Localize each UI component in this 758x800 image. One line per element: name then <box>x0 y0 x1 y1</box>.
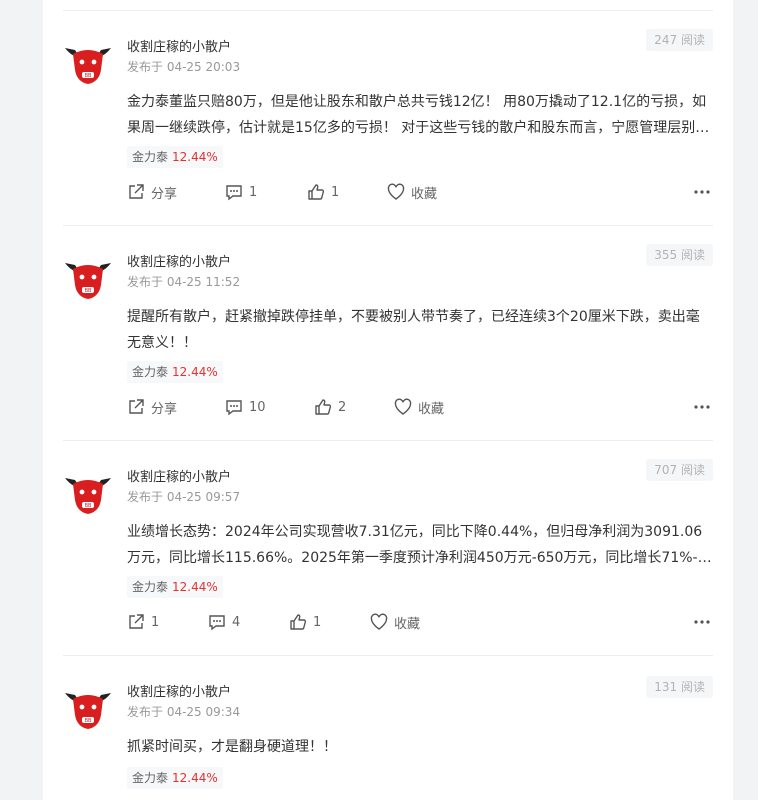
more-button[interactable] <box>693 397 711 417</box>
like-count: 1 <box>313 614 322 630</box>
collect-label: 收藏 <box>394 616 421 632</box>
svg-text:BB: BB <box>85 288 92 294</box>
share-icon <box>129 614 144 629</box>
action-bar: 1 4 1 收藏 <box>127 612 713 632</box>
post-item: BB 收割庄稼的小散户 发布于 04-25 20:03 247 阅读 金力泰董监… <box>63 10 713 225</box>
heart-icon <box>370 613 388 630</box>
more-button[interactable] <box>693 612 711 632</box>
svg-text:BB: BB <box>85 718 92 724</box>
share-button[interactable]: 1 <box>127 612 159 632</box>
collect-label: 收藏 <box>411 186 438 202</box>
comment-button[interactable]: 4 <box>208 612 240 632</box>
divider <box>63 225 713 226</box>
stock-change: 12.44% <box>172 580 218 594</box>
post-list: BB 收割庄稼的小散户 发布于 04-25 20:03 247 阅读 金力泰董监… <box>43 0 733 800</box>
publish-time: 发布于 04-25 11:52 <box>127 275 241 289</box>
heart-icon <box>394 398 412 415</box>
comment-icon <box>226 185 242 201</box>
stock-name: 金力泰 <box>132 771 169 785</box>
like-count: 1 <box>331 184 340 200</box>
red-bull-avatar[interactable]: BB <box>63 687 113 731</box>
divider <box>63 440 713 441</box>
divider <box>63 655 713 656</box>
read-count-badge: 707 阅读 <box>646 459 713 481</box>
post-item: BB 收割庄稼的小散户 发布于 04-25 09:57 707 阅读 业绩增长态… <box>63 440 713 655</box>
stock-name: 金力泰 <box>132 150 169 164</box>
post-item: BB 收割庄稼的小散户 发布于 04-25 09:34 131 阅读 抓紧时间买… <box>63 655 713 800</box>
action-bar: 分享 10 2 收藏 <box>127 397 713 417</box>
like-button[interactable]: 2 <box>314 397 346 417</box>
share-button[interactable]: 分享 <box>127 182 177 202</box>
stock-name: 金力泰 <box>132 580 169 594</box>
comment-icon <box>209 615 225 631</box>
share-icon <box>129 184 144 199</box>
post-content[interactable]: 抓紧时间买，才是翻身硬道理！！ <box>127 734 713 760</box>
comment-count: 10 <box>249 399 266 415</box>
share-label: 分享 <box>151 186 178 202</box>
thumbs-up-icon <box>290 614 307 630</box>
stock-tag[interactable]: 金力泰 12.44% <box>127 361 223 383</box>
like-button[interactable]: 1 <box>289 612 321 632</box>
more-dots-icon <box>694 405 710 409</box>
publish-time: 发布于 04-25 20:03 <box>127 60 241 74</box>
svg-text:BB: BB <box>85 73 92 79</box>
like-count: 2 <box>338 399 347 415</box>
more-button[interactable] <box>693 182 711 202</box>
post-content[interactable]: 业绩增长态势：2024年公司实现营收7.31亿元，同比下降0.44%，但归母净利… <box>127 519 713 571</box>
author-name[interactable]: 收割庄稼的小散户 <box>127 466 231 485</box>
more-dots-icon <box>694 620 710 624</box>
red-bull-avatar[interactable]: BB <box>63 42 113 86</box>
comment-button[interactable]: 1 <box>225 182 257 202</box>
red-bull-avatar[interactable]: BB <box>63 257 113 301</box>
stock-change: 12.44% <box>172 771 218 785</box>
thumbs-up-icon <box>308 184 325 200</box>
author-name[interactable]: 收割庄稼的小散户 <box>127 36 231 55</box>
action-bar: 分享 1 1 收藏 <box>127 182 713 202</box>
post-content[interactable]: 金力泰董监只赔80万，但是他让股东和散户总共亏钱12亿！ 用80万撬动了12.1… <box>127 89 713 141</box>
post-item: BB 收割庄稼的小散户 发布于 04-25 11:52 355 阅读 提醒所有散… <box>63 225 713 440</box>
collect-button[interactable]: 收藏 <box>387 182 437 202</box>
comment-count: 1 <box>249 184 258 200</box>
comment-button[interactable]: 10 <box>225 397 266 417</box>
author-name[interactable]: 收割庄稼的小散户 <box>127 681 231 700</box>
read-count-badge: 355 阅读 <box>646 244 713 266</box>
stock-change: 12.44% <box>172 365 218 379</box>
stock-tag[interactable]: 金力泰 12.44% <box>127 576 223 598</box>
comment-icon <box>226 400 242 416</box>
thumbs-up-icon <box>315 399 332 415</box>
divider <box>63 10 713 11</box>
heart-icon <box>387 183 405 200</box>
comment-count: 4 <box>232 614 241 630</box>
like-button[interactable]: 1 <box>307 182 339 202</box>
collect-button[interactable]: 收藏 <box>370 612 420 632</box>
author-name[interactable]: 收割庄稼的小散户 <box>127 251 231 270</box>
red-bull-avatar[interactable]: BB <box>63 472 113 516</box>
read-count-badge: 131 阅读 <box>646 676 713 698</box>
stock-tag[interactable]: 金力泰 12.44% <box>127 146 223 168</box>
more-dots-icon <box>694 190 710 194</box>
publish-time: 发布于 04-25 09:57 <box>127 490 241 504</box>
stock-tag[interactable]: 金力泰 12.44% <box>127 767 223 789</box>
publish-time: 发布于 04-25 09:34 <box>127 705 241 719</box>
post-content[interactable]: 提醒所有散户，赶紧撤掉跌停挂单，不要被别人带节奏了，已经连续3个20厘米下跌，卖… <box>127 304 713 356</box>
collect-label: 收藏 <box>418 401 445 417</box>
share-icon <box>129 399 144 414</box>
share-label: 分享 <box>151 401 178 417</box>
read-count-badge: 247 阅读 <box>646 29 713 51</box>
share-count: 1 <box>151 614 160 630</box>
stock-name: 金力泰 <box>132 365 169 379</box>
collect-button[interactable]: 收藏 <box>394 397 444 417</box>
stock-change: 12.44% <box>172 150 218 164</box>
svg-text:BB: BB <box>85 503 92 509</box>
share-button[interactable]: 分享 <box>127 397 177 417</box>
